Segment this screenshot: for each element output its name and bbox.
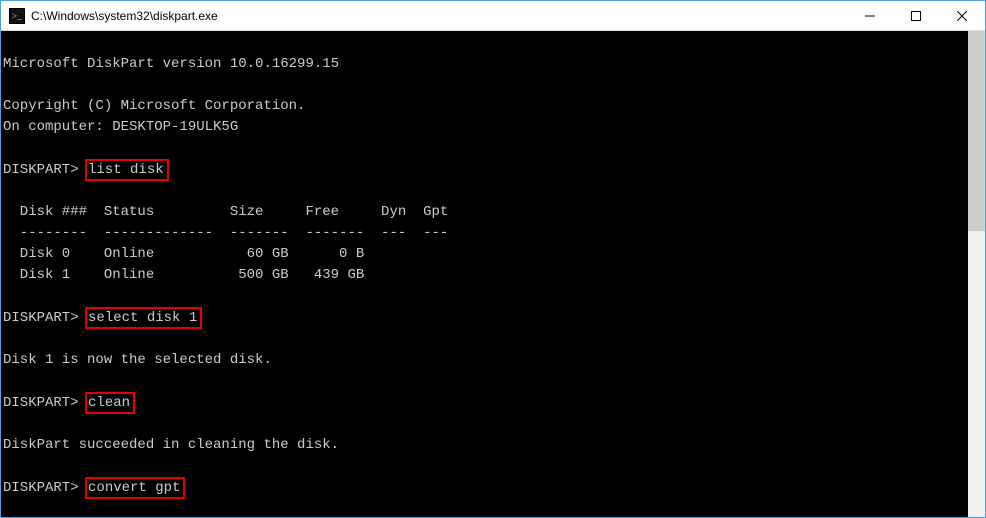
table-row: Disk 1 Online 500 GB 439 GB	[3, 265, 968, 286]
blank-line	[3, 456, 968, 477]
blank-line	[3, 33, 968, 54]
cmd-icon: >_	[9, 8, 25, 24]
prompt: DISKPART>	[3, 162, 87, 178]
diskpart-window: >_ C:\Windows\system32\diskpart.exe Micr…	[0, 0, 986, 518]
maximize-button[interactable]	[893, 1, 939, 30]
window-title: C:\Windows\system32\diskpart.exe	[31, 9, 847, 23]
blank-line	[3, 286, 968, 307]
blank-line	[3, 499, 968, 517]
blank-line	[3, 75, 968, 96]
svg-text:>_: >_	[12, 11, 22, 21]
prompt-line-list-disk: DISKPART> list disk	[3, 159, 968, 181]
minimize-button[interactable]	[847, 1, 893, 30]
blank-line	[3, 414, 968, 435]
scrollbar-thumb[interactable]	[968, 31, 985, 231]
highlight-clean: clean	[85, 392, 135, 414]
highlight-select-disk: select disk 1	[85, 307, 202, 329]
prompt-line-select-disk: DISKPART> select disk 1	[3, 307, 968, 329]
msg-selected: Disk 1 is now the selected disk.	[3, 350, 968, 371]
window-controls	[847, 1, 985, 30]
highlight-list-disk: list disk	[85, 159, 169, 181]
vertical-scrollbar[interactable]	[968, 31, 985, 517]
console-area: Microsoft DiskPart version 10.0.16299.15…	[1, 31, 985, 517]
close-button[interactable]	[939, 1, 985, 30]
blank-line	[3, 371, 968, 392]
blank-line	[3, 329, 968, 350]
blank-line	[3, 181, 968, 202]
computer-line: On computer: DESKTOP-19ULK5G	[3, 117, 968, 138]
prompt: DISKPART>	[3, 395, 87, 411]
blank-line	[3, 138, 968, 159]
prompt: DISKPART>	[3, 480, 87, 496]
prompt: DISKPART>	[3, 310, 87, 326]
prompt-line-clean: DISKPART> clean	[3, 392, 968, 414]
table-divider: -------- ------------- ------- ------- -…	[3, 223, 968, 244]
table-header: Disk ### Status Size Free Dyn Gpt	[3, 202, 968, 223]
titlebar[interactable]: >_ C:\Windows\system32\diskpart.exe	[1, 1, 985, 31]
copyright-line: Copyright (C) Microsoft Corporation.	[3, 96, 968, 117]
highlight-convert-gpt: convert gpt	[85, 477, 185, 499]
table-row: Disk 0 Online 60 GB 0 B	[3, 244, 968, 265]
prompt-line-convert: DISKPART> convert gpt	[3, 477, 968, 499]
console-output[interactable]: Microsoft DiskPart version 10.0.16299.15…	[1, 31, 968, 517]
version-line: Microsoft DiskPart version 10.0.16299.15	[3, 54, 968, 75]
msg-cleaned: DiskPart succeeded in cleaning the disk.	[3, 435, 968, 456]
